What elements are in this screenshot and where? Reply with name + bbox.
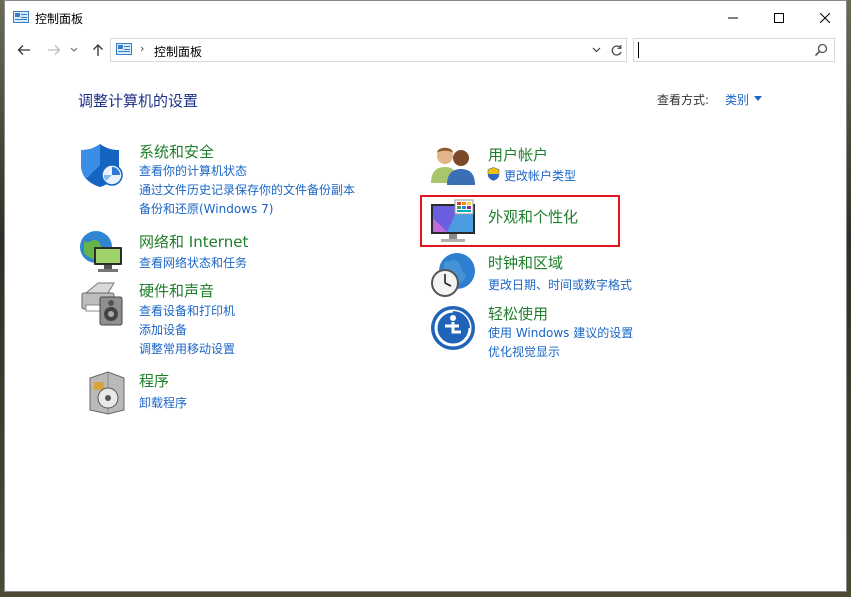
forward-button[interactable] <box>46 42 62 58</box>
link-change-date-time-format[interactable]: 更改日期、时间或数字格式 <box>488 276 632 293</box>
refresh-button[interactable] <box>608 42 624 58</box>
view-by-chevron-icon[interactable] <box>754 96 762 101</box>
ease-of-access-icon[interactable] <box>429 304 477 352</box>
address-dropdown-button[interactable] <box>589 43 603 57</box>
refresh-icon <box>611 44 622 56</box>
title-bar[interactable]: 控制面板 <box>5 1 846 34</box>
category-hardware-sound[interactable]: 硬件和声音 <box>139 280 214 301</box>
control-panel-icon <box>13 11 29 23</box>
control-panel-icon <box>116 43 132 55</box>
programs-disc-icon[interactable] <box>84 368 132 416</box>
printer-speaker-icon[interactable] <box>78 279 126 327</box>
chevron-down-icon <box>70 47 78 52</box>
up-button[interactable] <box>90 42 106 58</box>
chevron-down-icon <box>592 47 600 53</box>
link-view-computer-status[interactable]: 查看你的计算机状态 <box>139 162 247 179</box>
view-by-label: 查看方式: <box>657 93 710 107</box>
category-clock-region[interactable]: 时钟和区域 <box>488 252 563 273</box>
network-globe-icon[interactable] <box>78 227 126 275</box>
category-network-internet[interactable]: 网络和 Internet <box>139 231 248 252</box>
clock-globe-icon[interactable] <box>429 251 477 299</box>
back-button[interactable] <box>16 42 32 58</box>
page-title: 调整计算机的设置 <box>78 92 199 110</box>
link-backup-restore[interactable]: 备份和还原(Windows 7) <box>139 200 273 217</box>
close-button[interactable] <box>802 1 846 34</box>
control-panel-window: 控制面板 › 控制面板 调整计算机的设置 查看方式: 类别 系统和安全 查看你的… <box>4 0 847 592</box>
link-windows-recommended-settings[interactable]: 使用 Windows 建议的设置 <box>488 324 633 341</box>
link-add-device[interactable]: 添加设备 <box>139 321 187 338</box>
link-file-history-backup[interactable]: 通过文件历史记录保存你的文件备份副本 <box>139 181 355 198</box>
close-icon <box>820 12 830 23</box>
arrow-up-icon <box>93 44 103 56</box>
navigation-bar: › 控制面板 <box>5 34 846 66</box>
address-bar[interactable]: › 控制面板 <box>110 38 627 62</box>
category-user-accounts[interactable]: 用户帐户 <box>488 144 548 165</box>
arrow-left-icon <box>17 45 30 55</box>
view-by-dropdown[interactable]: 类别 <box>725 91 749 108</box>
highlight-box <box>420 195 620 247</box>
minimize-button[interactable] <box>710 1 756 34</box>
arrow-right-icon <box>48 45 61 55</box>
minimize-icon <box>728 17 738 18</box>
search-box[interactable] <box>633 38 835 62</box>
link-mobility-settings[interactable]: 调整常用移动设置 <box>139 340 235 357</box>
link-change-account-type[interactable]: 更改帐户类型 <box>504 167 576 184</box>
breadcrumb-control-panel[interactable]: 控制面板 <box>154 43 202 60</box>
recent-locations-button[interactable] <box>68 42 80 58</box>
breadcrumb-separator[interactable]: › <box>140 42 144 55</box>
maximize-icon <box>774 12 784 23</box>
uac-shield-icon <box>487 167 500 181</box>
link-optimize-visual-display[interactable]: 优化视觉显示 <box>488 343 560 360</box>
link-network-status[interactable]: 查看网络状态和任务 <box>139 254 247 271</box>
search-input[interactable] <box>638 42 808 58</box>
category-system-security[interactable]: 系统和安全 <box>139 141 214 162</box>
category-programs[interactable]: 程序 <box>139 370 169 391</box>
users-icon[interactable] <box>429 141 477 189</box>
search-icon[interactable] <box>814 43 828 57</box>
window-title: 控制面板 <box>35 12 84 26</box>
link-uninstall-program[interactable]: 卸载程序 <box>139 394 187 411</box>
maximize-button[interactable] <box>756 1 802 34</box>
shield-icon[interactable] <box>78 141 126 189</box>
link-devices-printers[interactable]: 查看设备和打印机 <box>139 302 235 319</box>
category-ease-of-access[interactable]: 轻松使用 <box>488 303 548 324</box>
